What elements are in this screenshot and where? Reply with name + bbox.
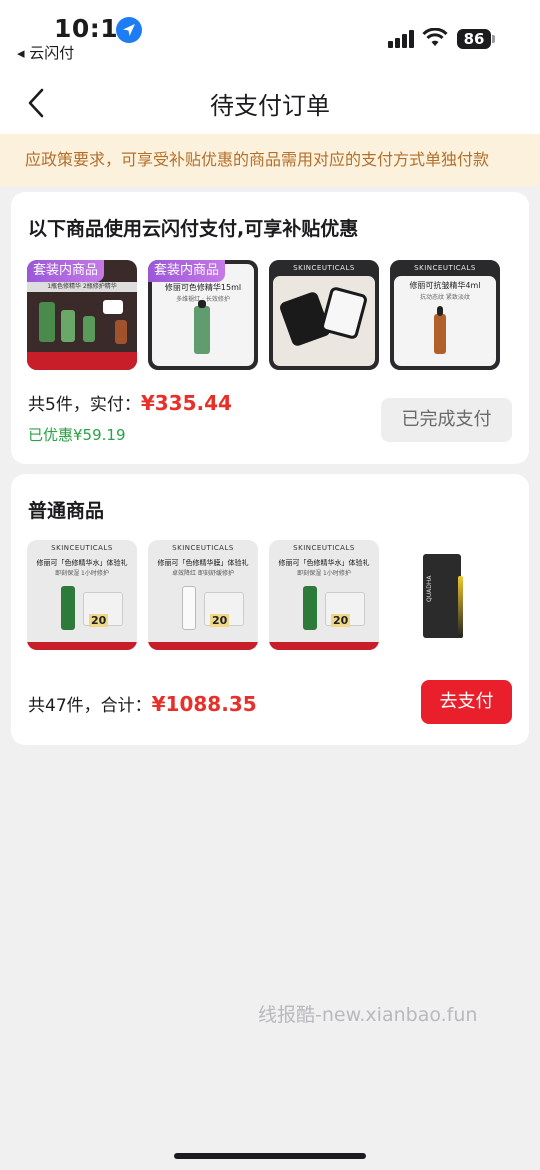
order-summary: 共47件，合计：¥1088.35 bbox=[28, 691, 257, 716]
product-image bbox=[273, 276, 375, 366]
mirror-shape bbox=[319, 285, 369, 341]
battery-cap bbox=[492, 35, 495, 43]
product-thumbnail[interactable]: SKINCEUTICALS 修丽可「色修精华水」体验礼 即刻保湿 1小时修护 2… bbox=[27, 540, 137, 650]
product-bottle bbox=[103, 300, 123, 314]
back-to-app-link[interactable]: ◂ 云闪付 bbox=[17, 42, 74, 63]
product-bottle bbox=[194, 306, 210, 354]
product-bottle bbox=[303, 586, 317, 630]
product-bottle bbox=[61, 310, 75, 342]
subsidy-order-title: 以下商品使用云闪付支付,可享补贴优惠 bbox=[28, 218, 359, 240]
product-thumbnail[interactable]: SKINCEUTICALS 修丽可「色修精华水」体验礼 即刻保湿 1小时修护 2… bbox=[269, 540, 379, 650]
product-thumbnail[interactable]: SKINCEUTICALS 修丽可抗皱精华4ml 抗动态纹 紧致淡纹 bbox=[390, 260, 500, 370]
quantity-badge: 20 bbox=[89, 614, 109, 627]
promo-strip bbox=[27, 352, 137, 370]
normal-order-card: 普通商品 SKINCEUTICALS 修丽可「色修精华水」体验礼 即刻保湿 1小… bbox=[11, 474, 529, 745]
product-caption: 修丽可「色修精华水」体验礼 bbox=[278, 559, 370, 567]
bottle-cap bbox=[198, 300, 206, 308]
nav-bar: 待支付订单 bbox=[0, 66, 540, 134]
wifi-icon bbox=[422, 27, 448, 52]
product-bottle bbox=[434, 314, 446, 354]
product-caption: 修丽可色修精华15ml bbox=[164, 283, 242, 292]
subsidy-order-card: 以下商品使用云闪付支付,可享补贴优惠 套装内商品 1瓶色修精华 2瓶修护精华 套… bbox=[11, 192, 529, 464]
item-count-label: 共5件，实付： bbox=[28, 395, 141, 415]
product-caption: 修丽可「色修精华水」体验礼 bbox=[36, 559, 128, 567]
product-caption: 修丽可抗皱精华4ml bbox=[409, 281, 481, 290]
total-price: ¥1088.35 bbox=[151, 692, 257, 716]
discount-amount: 已优惠¥59.19 bbox=[28, 426, 126, 444]
pay-button[interactable]: 去支付 bbox=[421, 680, 512, 724]
product-thumbnail[interactable]: 套装内商品 1瓶色修精华 2瓶修护精华 bbox=[27, 260, 137, 370]
page-title: 待支付订单 bbox=[210, 92, 330, 120]
product-bottle bbox=[182, 586, 196, 630]
product-subcaption: 卓效降红 即刻舒缓修护 bbox=[172, 570, 234, 577]
normal-order-title: 普通商品 bbox=[28, 500, 105, 522]
bottle-cap bbox=[437, 306, 443, 316]
product-thumbnail[interactable]: SKINCEUTICALS bbox=[269, 260, 379, 370]
brand-logo: SKINCEUTICALS bbox=[51, 544, 113, 552]
location-arrow-icon bbox=[116, 17, 142, 43]
status-bar: 10:16 ◂ 云闪付 86 bbox=[0, 0, 540, 66]
brand-logo: SKINCEUTICALS bbox=[390, 260, 500, 276]
payment-completed-button[interactable]: 已完成支付 bbox=[381, 398, 512, 442]
product-caption: 修丽可「色修精华膜」体验礼 bbox=[157, 559, 249, 567]
brand-logo: QUADHA bbox=[426, 575, 433, 602]
product-bottle bbox=[115, 320, 127, 344]
brand-logo: SKINCEUTICALS bbox=[293, 544, 355, 552]
product-subcaption: 抗动态纹 紧致淡纹 bbox=[420, 294, 470, 301]
quantity-badge: 20 bbox=[331, 614, 351, 627]
policy-notice: 应政策要求，可享受补贴优惠的商品需用对应的支付方式单独付款 bbox=[0, 134, 540, 186]
product-thumbnail[interactable]: 套装内商品 修丽可色修精华15ml 多维褪红 · 长效修护 bbox=[148, 260, 258, 370]
promo-strip bbox=[269, 642, 379, 650]
product-bottle bbox=[458, 576, 463, 638]
signal-icon bbox=[388, 30, 414, 48]
product-subcaption: 即刻保湿 1小时修护 bbox=[55, 570, 109, 577]
product-thumbnail[interactable]: SKINCEUTICALS 修丽可「色修精华膜」体验礼 卓效降红 即刻舒缓修护 … bbox=[148, 540, 258, 650]
product-bottle bbox=[83, 316, 95, 342]
quantity-badge: 20 bbox=[210, 614, 230, 627]
home-indicator[interactable] bbox=[174, 1153, 366, 1159]
product-bottle bbox=[61, 586, 75, 630]
product-image: 修丽可抗皱精华4ml 抗动态纹 紧致淡纹 bbox=[394, 276, 496, 366]
promo-strip bbox=[27, 642, 137, 650]
sachet-shape: QUADHA bbox=[423, 554, 461, 638]
bundle-tag: 套装内商品 bbox=[27, 260, 105, 282]
order-summary: 共5件，实付：¥335.44 bbox=[28, 390, 232, 415]
product-subcaption: 即刻保湿 1小时修护 bbox=[297, 570, 351, 577]
product-thumbnail[interactable]: QUADHA bbox=[390, 540, 500, 650]
product-bottle bbox=[39, 302, 55, 342]
brand-logo: SKINCEUTICALS bbox=[269, 260, 379, 276]
bundle-tag: 套装内商品 bbox=[148, 260, 226, 282]
watermark: 线报酷-new.xianbao.fun bbox=[258, 1004, 478, 1026]
paid-price: ¥335.44 bbox=[140, 391, 232, 415]
battery-icon: 86 bbox=[457, 29, 491, 49]
item-count-label: 共47件，合计： bbox=[28, 696, 152, 716]
brand-logo: SKINCEUTICALS bbox=[172, 544, 234, 552]
product-caption: 1瓶色修精华 2瓶修护精华 bbox=[27, 282, 137, 292]
promo-strip bbox=[148, 642, 258, 650]
